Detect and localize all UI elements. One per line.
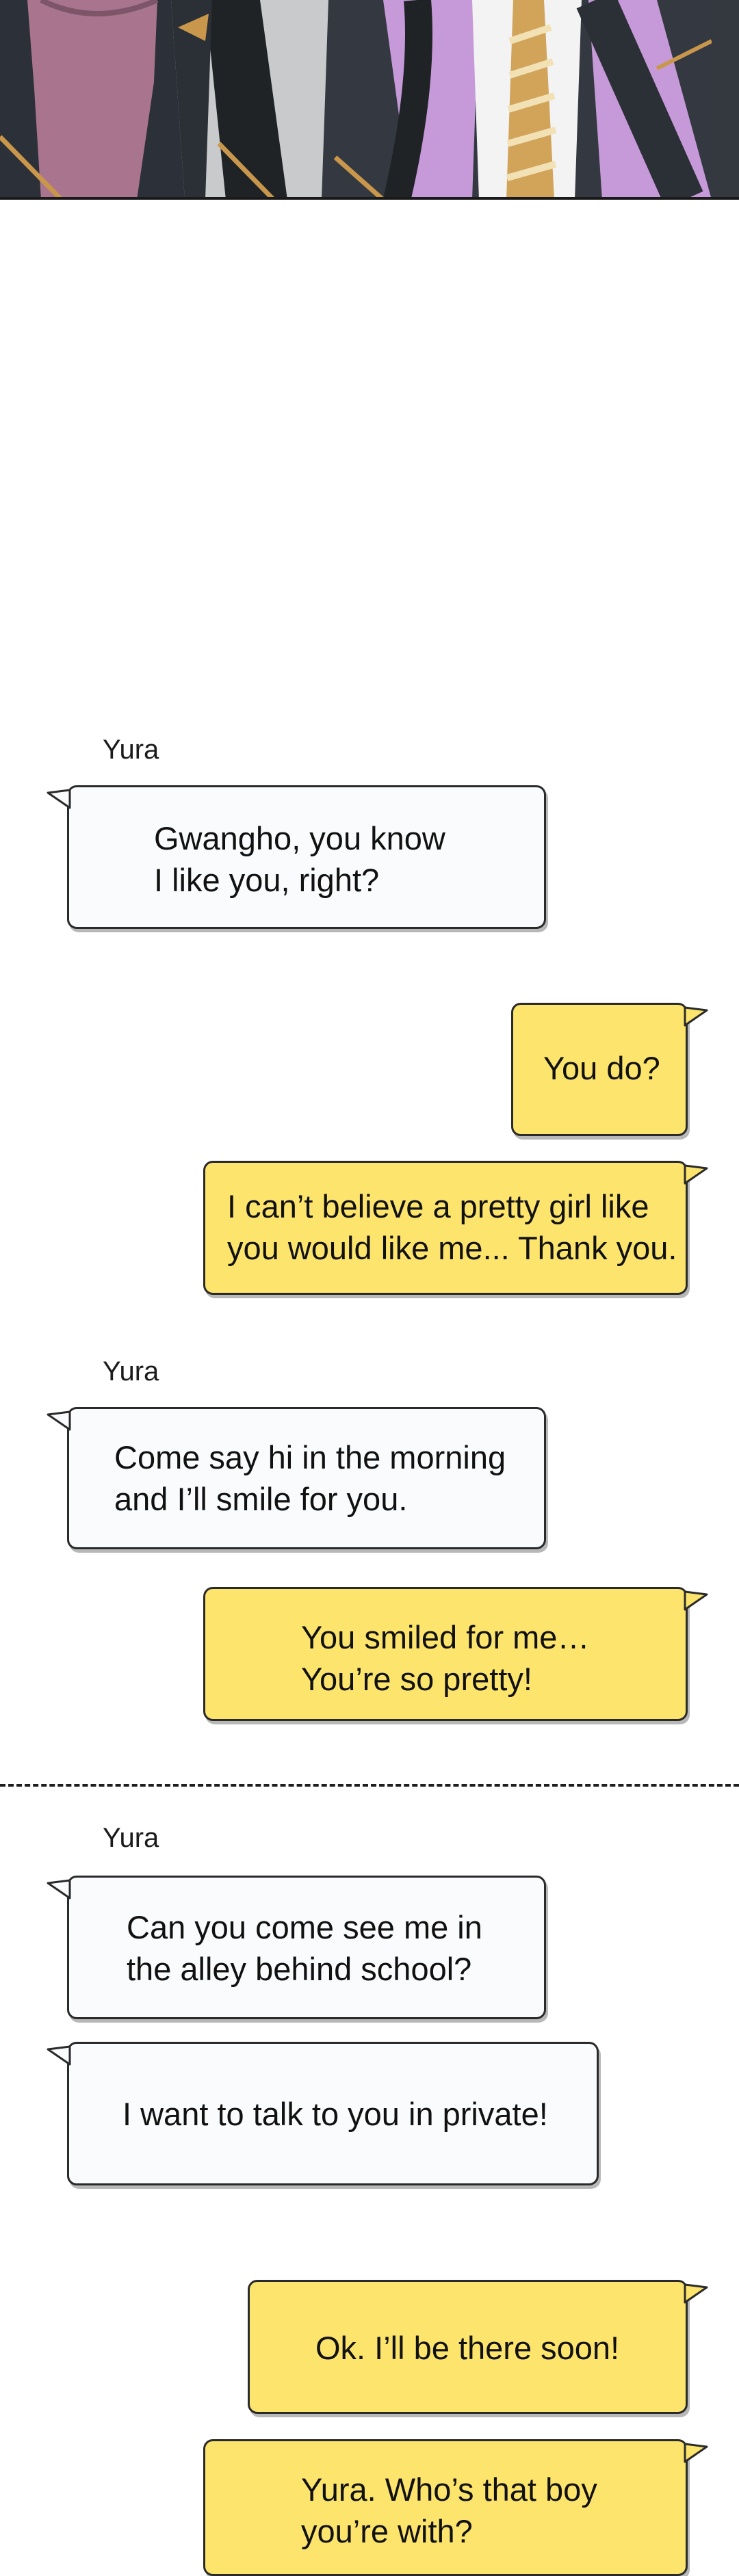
message-text: Come say hi in the morning and I’ll smil…: [114, 1439, 506, 1517]
bubble-tail: [684, 1160, 708, 1185]
sender-name: Yura: [103, 1356, 159, 1386]
message-text: Yura. Who’s that boy you’re with?: [301, 2471, 597, 2549]
scene-divider: [0, 1784, 739, 1787]
bubble-tail: [47, 1875, 71, 1900]
message-text: Can you come see me in the alley behind …: [127, 1909, 482, 1987]
bubble-tail: [684, 2279, 708, 2304]
message-text: You do?: [543, 1050, 660, 1086]
incoming-message-bubble: I want to talk to you in private!: [47, 2042, 599, 2185]
bubble-tail: [47, 785, 71, 809]
outgoing-message-bubble: Yura. Who’s that boy you’re with?: [203, 2439, 708, 2576]
bubble-tail: [47, 2041, 71, 2066]
message-text: I want to talk to you in private!: [122, 2096, 548, 2132]
incoming-message-bubble: Can you come see me in the alley behind …: [47, 1876, 546, 2019]
comic-panel-illustration: [0, 0, 739, 200]
message-text: Gwangho, you know I like you, right?: [154, 820, 445, 898]
sender-name: Yura: [103, 1823, 159, 1853]
outgoing-message-bubble: Ok. I’ll be there soon!: [248, 2280, 708, 2414]
sender-name: Yura: [103, 735, 159, 765]
outgoing-message-bubble: You smiled for me… You’re so pretty!: [203, 1587, 708, 1721]
message-text: You smiled for me… You’re so pretty!: [301, 1619, 590, 1697]
incoming-message-bubble: Gwangho, you know I like you, right?: [47, 785, 546, 929]
message-text: I can’t believe a pretty girl like you w…: [227, 1188, 677, 1266]
outgoing-message-bubble: You do?: [511, 1003, 708, 1136]
students-in-uniform-illustration: [0, 0, 739, 197]
bubble-tail: [47, 1406, 71, 1431]
bubble-tail: [684, 2439, 708, 2463]
bubble-tail: [684, 1586, 708, 1611]
incoming-message-bubble: Come say hi in the morning and I’ll smil…: [47, 1407, 546, 1549]
message-text: Ok. I’ll be there soon!: [315, 2330, 620, 2366]
outgoing-message-bubble: I can’t believe a pretty girl like you w…: [203, 1161, 708, 1295]
bubble-tail: [684, 1002, 708, 1027]
